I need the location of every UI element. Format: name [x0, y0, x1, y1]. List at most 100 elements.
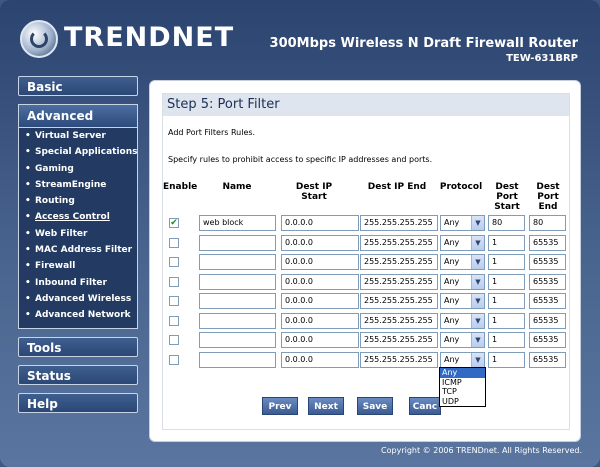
dest-ip-start-input[interactable]: 0.0.0.0 — [281, 215, 359, 231]
chevron-down-icon[interactable]: ▼ — [471, 274, 484, 289]
dest-ip-start-input[interactable]: 0.0.0.0 — [281, 351, 359, 368]
dest-ip-start-input[interactable]: 0.0.0.0 — [281, 293, 359, 309]
dest-port-start-input[interactable]: 1 — [488, 254, 525, 270]
sidebar-advanced-button[interactable]: Advanced — [19, 105, 137, 128]
dest-ip-end-input[interactable]: 255.255.255.255 — [360, 215, 438, 231]
dest-ip-start-input[interactable]: 0.0.0.0 — [281, 273, 359, 290]
sidebar-item-access-control[interactable]: • Access Control — [19, 209, 137, 225]
name-input[interactable] — [199, 351, 276, 368]
sidebar-item-gaming[interactable]: • Gaming — [19, 161, 137, 177]
bullet-icon: • — [25, 245, 31, 256]
enable-checkbox[interactable] — [169, 257, 179, 267]
name-input[interactable] — [199, 312, 276, 329]
sidebar-item-mac-address-filter[interactable]: • MAC Address Filter — [19, 242, 137, 258]
dest-ip-start-input[interactable]: 0.0.0.0 — [281, 234, 359, 251]
protocol-select[interactable]: Any ▼ — [440, 273, 485, 290]
enable-checkbox[interactable] — [169, 354, 179, 365]
protocol-select[interactable]: Any ▼ — [440, 332, 485, 348]
dest-port-end-input[interactable]: 80 — [529, 215, 566, 231]
enable-checkbox[interactable] — [169, 276, 179, 287]
sidebar-item-label: Gaming — [35, 163, 74, 174]
dest-ip-end-input[interactable]: 255.255.255.255 — [360, 273, 438, 290]
dest-port-start-input[interactable]: 80 — [488, 215, 525, 231]
sidebar-item-web-filter[interactable]: • Web Filter — [19, 226, 137, 242]
dest-port-start-input[interactable]: 1 — [488, 293, 525, 309]
protocol-select[interactable]: Any ▼ — [440, 234, 485, 251]
dest-port-end-input[interactable]: 65535 — [529, 273, 566, 290]
protocol-select[interactable]: Any ▼ — [440, 351, 485, 368]
dest-ip-end-input[interactable]: 255.255.255.255 — [360, 254, 438, 270]
prev-button[interactable]: Prev — [262, 397, 298, 415]
logo-text: TRENDNET — [64, 22, 235, 53]
dest-port-end-input[interactable]: 65535 — [529, 234, 566, 251]
sidebar-item-firewall[interactable]: • Firewall — [19, 258, 137, 274]
sidebar-item-virtual-server[interactable]: • Virtual Server — [19, 128, 137, 144]
cancel-button[interactable]: Canc — [409, 397, 441, 415]
sidebar-help-button[interactable]: Help — [18, 392, 138, 413]
bullet-icon: • — [25, 163, 31, 174]
next-button[interactable]: Next — [308, 397, 344, 415]
protocol-dropdown-list[interactable]: Any ICMP TCP UDP — [439, 367, 486, 407]
protocol-select[interactable]: Any ▼ — [440, 215, 485, 231]
protocol-select[interactable]: Any ▼ — [440, 312, 485, 329]
dest-ip-start-input[interactable]: 0.0.0.0 — [281, 254, 359, 270]
dest-port-end-input[interactable]: 65535 — [529, 293, 566, 309]
name-input[interactable]: web block — [199, 215, 276, 231]
chevron-down-icon[interactable]: ▼ — [471, 294, 484, 308]
protocol-option-udp[interactable]: UDP — [440, 397, 485, 407]
table-row: 0.0.0.0 255.255.255.255 1 65535 Any ▼ — [163, 273, 569, 291]
table-row: 0.0.0.0 255.255.255.255 1 65535 Any ▼ — [163, 254, 569, 271]
name-input[interactable] — [199, 273, 276, 290]
name-input[interactable] — [199, 234, 276, 251]
dest-port-start-input[interactable]: 1 — [488, 312, 525, 329]
dest-ip-end-input[interactable]: 255.255.255.255 — [360, 332, 438, 348]
table-row: 0.0.0.0 255.255.255.255 1 65535 Any ▼ — [163, 332, 569, 349]
dest-ip-end-input[interactable]: 255.255.255.255 — [360, 351, 438, 368]
main-panel: Step 5: Port Filter Add Port Filters Rul… — [149, 80, 581, 442]
chevron-down-icon[interactable]: ▼ — [471, 352, 484, 367]
enable-checkbox[interactable] — [169, 335, 179, 345]
dest-ip-start-input[interactable]: 0.0.0.0 — [281, 312, 359, 329]
enable-checkbox[interactable] — [169, 296, 179, 306]
dest-port-end-input[interactable]: 65535 — [529, 332, 566, 348]
chevron-down-icon[interactable]: ▼ — [471, 235, 484, 250]
dest-port-end-input[interactable]: 65535 — [529, 351, 566, 368]
dest-ip-end-input[interactable]: 255.255.255.255 — [360, 234, 438, 251]
enable-checkbox[interactable] — [169, 237, 179, 248]
sidebar-item-special-applications[interactable]: • Special Applications — [19, 144, 138, 160]
dest-port-start-input[interactable]: 1 — [488, 234, 525, 251]
dest-port-start-input[interactable]: 1 — [488, 332, 525, 348]
page-title: Step 5: Port Filter — [163, 94, 569, 116]
sidebar-item-routing[interactable]: • Routing — [19, 193, 137, 209]
sidebar-item-advanced-network[interactable]: • Advanced Network — [19, 307, 137, 323]
name-input[interactable] — [199, 254, 276, 270]
dest-port-end-input[interactable]: 65535 — [529, 312, 566, 329]
dest-port-start-input[interactable]: 1 — [488, 273, 525, 290]
name-input[interactable] — [199, 293, 276, 309]
protocol-select[interactable]: Any ▼ — [440, 254, 485, 270]
chevron-down-icon[interactable]: ▼ — [471, 255, 484, 269]
dest-port-start-input[interactable]: 1 — [488, 351, 525, 368]
enable-checkbox[interactable] — [169, 315, 179, 326]
chevron-down-icon[interactable]: ▼ — [471, 216, 484, 230]
sidebar-item-streamengine[interactable]: • StreamEngine — [19, 177, 137, 193]
chevron-down-icon[interactable]: ▼ — [471, 313, 484, 328]
protocol-option-tcp[interactable]: TCP — [440, 387, 485, 397]
save-button[interactable]: Save — [357, 397, 393, 415]
sidebar-basic-button[interactable]: Basic — [18, 76, 138, 96]
protocol-select[interactable]: Any ▼ — [440, 293, 485, 309]
name-input[interactable] — [199, 332, 276, 348]
sidebar-item-advanced-wireless[interactable]: • Advanced Wireless — [19, 291, 137, 307]
chevron-down-icon[interactable]: ▼ — [471, 333, 484, 347]
sidebar-status-button[interactable]: Status — [18, 364, 138, 385]
protocol-option-any[interactable]: Any — [440, 368, 485, 378]
dest-port-end-input[interactable]: 65535 — [529, 254, 566, 270]
dest-ip-end-input[interactable]: 255.255.255.255 — [360, 293, 438, 309]
dest-ip-start-input[interactable]: 0.0.0.0 — [281, 332, 359, 348]
protocol-option-icmp[interactable]: ICMP — [440, 378, 485, 388]
enable-checkbox[interactable]: ✔ — [169, 218, 179, 228]
sidebar-tools-button[interactable]: Tools — [18, 336, 138, 357]
dest-ip-end-input[interactable]: 255.255.255.255 — [360, 312, 438, 329]
sidebar-item-label: Firewall — [35, 261, 76, 272]
sidebar-item-inbound-filter[interactable]: • Inbound Filter — [19, 275, 137, 291]
